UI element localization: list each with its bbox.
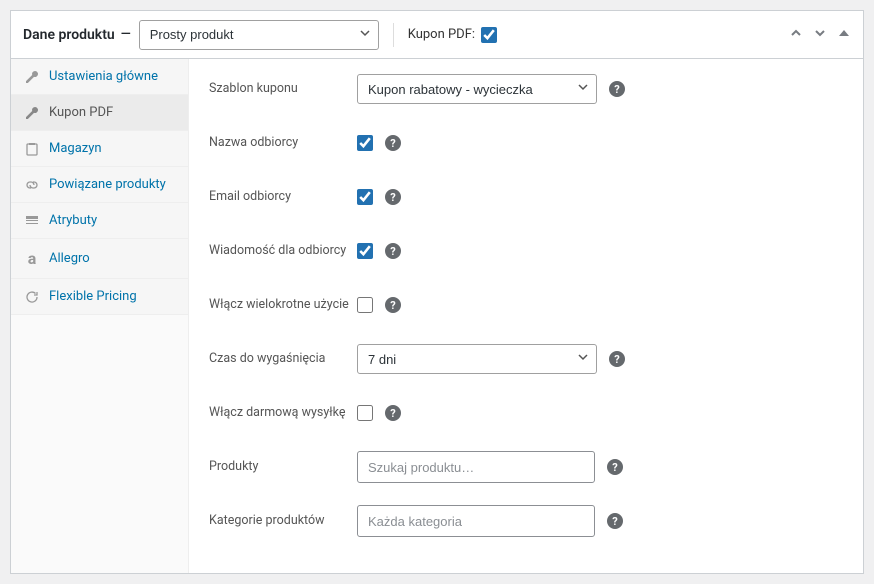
tab-allegro[interactable]: a Allegro xyxy=(11,239,188,279)
title-dash: — xyxy=(121,27,131,42)
field-recipient-email: Email odbiorcy ? xyxy=(209,181,843,213)
field-label: Wiadomość dla odbiorcy xyxy=(209,243,357,259)
field-expiry: Czas do wygaśnięcia 7 dni ? xyxy=(209,343,843,375)
tab-label: Allegro xyxy=(49,251,90,266)
wrench-icon xyxy=(23,70,41,84)
field-label: Kategorie produktów xyxy=(209,513,357,529)
help-icon[interactable]: ? xyxy=(385,189,401,205)
link-icon xyxy=(23,178,41,192)
tab-kupon-pdf[interactable]: Kupon PDF xyxy=(11,95,188,131)
tab-label: Flexible Pricing xyxy=(49,289,137,304)
help-icon[interactable]: ? xyxy=(385,297,401,313)
help-icon[interactable]: ? xyxy=(385,135,401,151)
tab-label: Magazyn xyxy=(49,141,102,156)
products-input[interactable] xyxy=(357,451,595,483)
help-icon[interactable]: ? xyxy=(609,81,625,97)
field-label: Włącz darmową wysyłkę xyxy=(209,405,357,421)
refresh-icon xyxy=(23,290,41,304)
field-label: Produkty xyxy=(209,459,357,475)
free-shipping-checkbox[interactable] xyxy=(357,405,373,421)
tab-linked[interactable]: Powiązane produkty xyxy=(11,167,188,203)
field-products: Produkty ? xyxy=(209,451,843,483)
help-icon[interactable]: ? xyxy=(607,459,623,475)
field-categories: Kategorie produktów ? xyxy=(209,505,843,537)
field-free-shipping: Włącz darmową wysyłkę ? xyxy=(209,397,843,429)
recipient-msg-checkbox[interactable] xyxy=(357,243,373,259)
field-recipient-msg: Wiadomość dla odbiorcy ? xyxy=(209,235,843,267)
help-icon[interactable]: ? xyxy=(607,513,623,529)
chevron-up-icon[interactable] xyxy=(789,26,803,44)
product-type-wrap: Prosty produkt xyxy=(139,20,379,50)
header-actions xyxy=(789,26,851,44)
tab-content: Szablon kuponu Kupon rabatowy - wycieczk… xyxy=(189,59,863,573)
kupon-pdf-checkbox[interactable] xyxy=(481,27,497,43)
recipient-name-checkbox[interactable] xyxy=(357,135,373,151)
field-label: Szablon kuponu xyxy=(209,81,357,97)
kupon-pdf-label: Kupon PDF: xyxy=(408,27,475,42)
field-template: Szablon kuponu Kupon rabatowy - wycieczk… xyxy=(209,73,843,105)
chevron-down-icon[interactable] xyxy=(813,26,827,44)
toggle-panel-icon[interactable] xyxy=(837,26,851,44)
field-label: Nazwa odbiorcy xyxy=(209,135,357,151)
field-label: Email odbiorcy xyxy=(209,189,357,205)
recipient-email-checkbox[interactable] xyxy=(357,189,373,205)
tab-general[interactable]: Ustawienia główne xyxy=(11,59,188,95)
field-label: Czas do wygaśnięcia xyxy=(209,351,357,367)
tab-label: Atrybuty xyxy=(49,213,97,228)
tab-label: Ustawienia główne xyxy=(49,69,158,84)
help-icon[interactable]: ? xyxy=(385,405,401,421)
clipboard-icon xyxy=(23,142,41,156)
tab-label: Powiązane produkty xyxy=(49,177,166,192)
help-icon[interactable]: ? xyxy=(609,351,625,367)
wrench-icon xyxy=(23,106,41,120)
product-data-panel: Dane produktu — Prosty produkt Kupon PDF… xyxy=(10,10,864,574)
multi-use-checkbox[interactable] xyxy=(357,297,373,313)
allegro-icon: a xyxy=(23,249,41,268)
help-icon[interactable]: ? xyxy=(385,243,401,259)
product-type-select[interactable]: Prosty produkt xyxy=(139,20,379,50)
tab-flexible-pricing[interactable]: Flexible Pricing xyxy=(11,279,188,315)
template-select[interactable]: Kupon rabatowy - wycieczka xyxy=(357,74,597,104)
tab-attributes[interactable]: Atrybuty xyxy=(11,203,188,239)
panel-body: Ustawienia główne Kupon PDF Magazyn Powi… xyxy=(11,59,863,573)
expiry-select[interactable]: 7 dni xyxy=(357,344,597,374)
field-label: Włącz wielokrotne użycie xyxy=(209,297,357,313)
field-multi-use: Włącz wielokrotne użycie ? xyxy=(209,289,843,321)
panel-header: Dane produktu — Prosty produkt Kupon PDF… xyxy=(11,11,863,59)
tabs-sidebar: Ustawienia główne Kupon PDF Magazyn Powi… xyxy=(11,59,189,573)
list-icon xyxy=(23,214,41,228)
panel-title: Dane produktu xyxy=(23,27,115,43)
tab-label: Kupon PDF xyxy=(49,105,113,120)
field-recipient-name: Nazwa odbiorcy ? xyxy=(209,127,843,159)
header-divider xyxy=(393,23,394,47)
categories-input[interactable] xyxy=(357,505,595,537)
tab-inventory[interactable]: Magazyn xyxy=(11,131,188,167)
